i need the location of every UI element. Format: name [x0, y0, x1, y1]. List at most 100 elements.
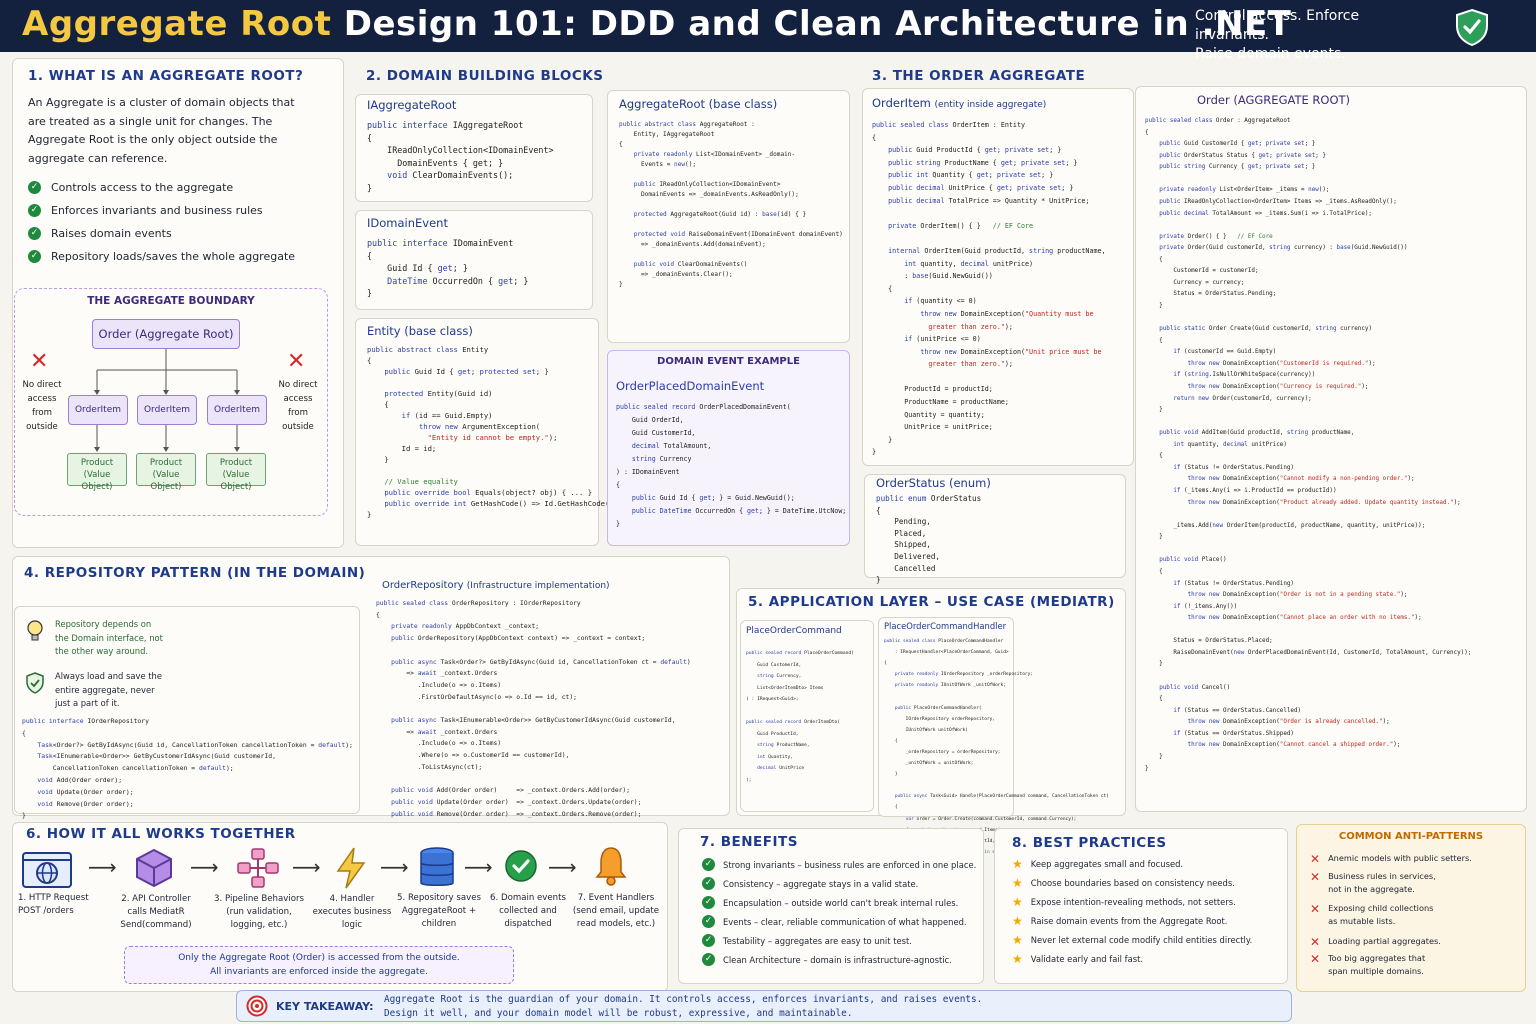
practice-item: ★ Raise domain events from the Aggregate … — [1012, 914, 1228, 928]
star-icon: ★ — [1012, 952, 1023, 966]
practice-item: ★ Choose boundaries based on consistency … — [1012, 876, 1235, 890]
check-icon: ✓ — [702, 858, 715, 871]
arrow-icon: ⟶ — [88, 855, 117, 879]
check-icon: ✓ — [28, 250, 41, 263]
benefit-item: ✓ Testability – aggregates are easy to un… — [702, 934, 912, 947]
cross-icon: ✕ — [1310, 870, 1321, 884]
flow-step: 4. Handler executes business logic — [312, 894, 392, 930]
code-block: public enum OrderStatus { Pending, Place… — [876, 494, 982, 585]
star-icon: ★ — [1012, 914, 1023, 928]
card-title: PlaceOrderCommandHandler — [884, 621, 1007, 631]
orderitem-box: OrderItem — [207, 395, 267, 425]
check-icon: ✓ — [28, 181, 41, 194]
takeaway-label: Key Takeaway: — [276, 1000, 374, 1013]
anti-item: ✕ Anemic models with public setters. — [1310, 852, 1472, 866]
check-circle-icon — [505, 850, 537, 882]
tip-text: Repository depends on the Domain interfa… — [55, 619, 163, 656]
outside-access-note: Only the Aggregate Root (Order) is acces… — [124, 946, 514, 984]
shield-check-icon — [26, 672, 44, 694]
card-title: IDomainEvent — [367, 216, 448, 230]
lightning-icon — [336, 847, 366, 889]
star-icon: ★ — [1012, 857, 1023, 871]
database-icon — [420, 847, 454, 886]
flow-step: 7. Event Handlers (send email, update re… — [572, 893, 660, 929]
card-subtitle: OrderPlacedDomainEvent — [616, 379, 765, 393]
cross-icon: ✕ — [1310, 935, 1321, 949]
section-title-3: 3. The Order Aggregate — [872, 68, 1086, 84]
no-access-note: No direct access from outside — [22, 380, 62, 432]
point-item: ✓ Raises domain events — [28, 227, 172, 240]
takeaway-text: Aggregate Root is the guardian of your d… — [384, 994, 983, 1019]
page-title: Aggregate Root Design 101: DDD and Clean… — [22, 4, 1292, 44]
card-title: PlaceOrderCommand — [746, 626, 842, 636]
browser-globe-icon — [22, 852, 72, 888]
benefit-item: ✓ Strong invariants – business rules are … — [702, 858, 976, 871]
anti-item: ✕ Loading partial aggregates. — [1310, 935, 1441, 949]
section-title-7: 7. Benefits — [700, 834, 798, 850]
card-title: OrderItem (entity inside aggregate) — [872, 96, 1047, 110]
code-block: public interface IDomainEvent { Guid Id … — [367, 238, 529, 299]
point-item: ✓ Controls access to the aggregate — [28, 181, 233, 194]
intro-text: An Aggregate is a cluster of domain obje… — [28, 96, 295, 165]
anti-item: ✕ Exposing child collections as mutable l… — [1310, 902, 1434, 926]
target-icon — [246, 995, 268, 1017]
practice-item: ★ Never let external code modify child en… — [1012, 933, 1253, 947]
check-icon: ✓ — [702, 896, 715, 909]
card-title: Domain Event Example — [657, 356, 800, 367]
product-value-object: Product (Value Object) — [136, 453, 196, 492]
code-block: public sealed class OrderItem : Entity {… — [872, 121, 1106, 457]
order-root-box: Order (Aggregate Root) — [92, 319, 240, 349]
card-title: OrderStatus (enum) — [876, 476, 991, 490]
flow-step: 1. HTTP Request POST /orders — [18, 893, 89, 916]
arrow-icon: ⟶ — [464, 855, 493, 879]
check-icon: ✓ — [702, 934, 715, 947]
code-block: public sealed record PlaceOrderCommand( … — [746, 651, 854, 783]
cross-icon: ✕ — [30, 349, 49, 374]
flow-step: 2. API Controller calls MediatR Send(com… — [120, 894, 192, 930]
section-title-5: 5. Application Layer – Use Case (MediatR… — [748, 594, 1115, 610]
flow-step: 3. Pipeline Behaviors (run validation, l… — [214, 894, 304, 930]
boundary-title: The Aggregate Boundary — [87, 295, 255, 307]
orderitem-box: OrderItem — [137, 395, 197, 425]
point-item: ✓ Enforces invariants and business rules — [28, 204, 263, 217]
check-icon: ✓ — [702, 915, 715, 928]
cross-icon: ✕ — [287, 349, 306, 374]
product-value-object: Product (Value Object) — [67, 453, 127, 492]
card-title: IAggregateRoot — [367, 98, 457, 112]
point-item: ✓ Repository loads/saves the whole aggreg… — [28, 250, 295, 263]
arrow-icon: ⟶ — [292, 855, 321, 879]
cube-icon — [136, 848, 172, 888]
card-title: AggregateRoot (base class) — [619, 97, 778, 111]
code-block: public sealed record OrderPlacedDomainEv… — [616, 403, 847, 528]
code-block: public abstract class Entity { public Gu… — [367, 345, 618, 519]
section-title-8: 8. Best Practices — [1012, 835, 1167, 851]
star-icon: ★ — [1012, 933, 1023, 947]
benefit-item: ✓ Clean Architecture – domain is infrastr… — [702, 953, 952, 966]
practice-item: ★ Expose intention-revealing methods, not… — [1012, 895, 1236, 909]
code-block: public sealed class OrderRepository : IO… — [376, 600, 691, 829]
shield-check-icon — [1456, 8, 1488, 47]
check-icon: ✓ — [28, 227, 41, 240]
cross-icon: ✕ — [1310, 952, 1321, 966]
arrow-icon: ⟶ — [548, 855, 577, 879]
header-tagline: Control access. Enforce invariants. Raise… — [1195, 8, 1360, 62]
card-title: Order (AGGREGATE ROOT) — [1197, 93, 1351, 107]
section-title-6: 6. How It All Works Together — [26, 826, 296, 842]
section-title-1: 1. What is an Aggregate Root? — [28, 68, 304, 84]
section-title-4: 4. Repository Pattern (in the Domain) — [24, 565, 366, 581]
check-icon: ✓ — [702, 953, 715, 966]
flow-step: 5. Repository saves AggregateRoot + chil… — [397, 893, 481, 929]
card-title: OrderRepository (Infrastructure implemen… — [382, 580, 610, 591]
header-bar: Aggregate Root Design 101: DDD and Clean… — [0, 0, 1536, 62]
star-icon: ★ — [1012, 895, 1023, 909]
product-value-object: Product (Value Object) — [206, 453, 266, 492]
practice-item: ★ Validate early and fail fast. — [1012, 952, 1144, 966]
benefit-item: ✓ Encapsulation – outside world can't bre… — [702, 896, 958, 909]
benefit-item: ✓ Consistency – aggregate stays in a vali… — [702, 877, 918, 890]
pipeline-nodes-icon — [237, 848, 279, 888]
cross-icon: ✕ — [1310, 902, 1321, 916]
anti-patterns-title: Common Anti-Patterns — [1338, 831, 1484, 842]
code-block: public interface IAggregateRoot { IReadO… — [367, 120, 554, 193]
orderitem-box: OrderItem — [68, 395, 128, 425]
code-block: public abstract class AggregateRoot : En… — [619, 121, 843, 288]
